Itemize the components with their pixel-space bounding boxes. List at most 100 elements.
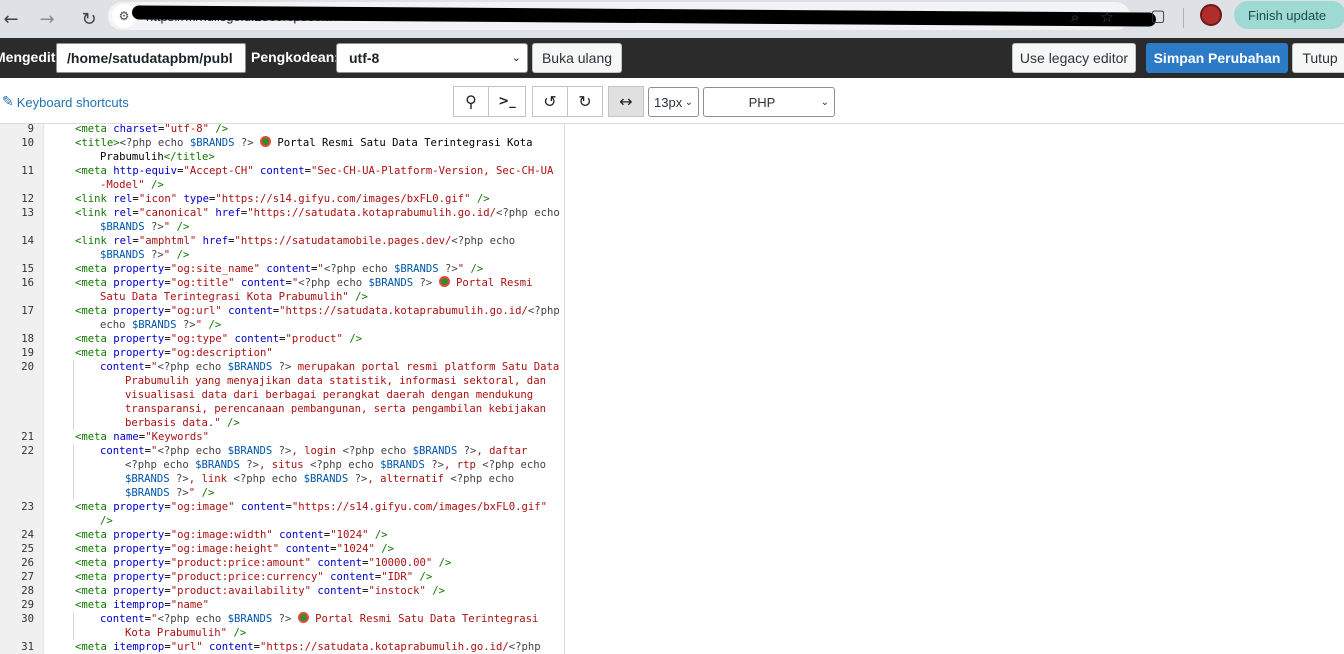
legacy-editor-button[interactable]: Use legacy editor	[1012, 43, 1136, 73]
file-path-input[interactable]: /home/satudatapbm/publ	[56, 43, 246, 73]
code-token: content	[234, 277, 286, 289]
code-token: "Sec-CH-UA-Platform-Version, Sec-CH-UA	[311, 165, 554, 177]
save-button[interactable]: Simpan Perubahan	[1146, 43, 1288, 73]
code-token: />	[432, 557, 452, 569]
keyboard-shortcuts-link[interactable]: ✎ Keyboard shortcuts	[2, 94, 129, 110]
arrow-left-icon[interactable]: ←	[0, 4, 22, 34]
code-text: <meta name="Keywords"	[75, 430, 209, 444]
code-token: Kota Prabumulih"	[125, 627, 228, 639]
code-token: "og:image"	[170, 501, 235, 513]
external-edit-icon: ✎	[2, 94, 14, 110]
code-token: />	[348, 291, 368, 303]
code-token: property	[113, 305, 165, 317]
code-token: rel	[113, 207, 133, 219]
puzzle-icon[interactable]: ▢	[1146, 3, 1170, 27]
zoom-icon[interactable]: ⌕	[1064, 6, 1086, 28]
code-token: />	[220, 417, 240, 429]
avatar[interactable]	[1200, 4, 1222, 26]
code-token: ?>	[272, 445, 292, 457]
code-token: <?php echo	[157, 613, 228, 625]
code-token: <?php echo	[298, 277, 369, 289]
code-token: property	[113, 501, 165, 513]
language-select[interactable]: PHP ⌄	[703, 87, 835, 117]
code-token: content	[221, 305, 273, 317]
code-token: "10000.00"	[368, 557, 433, 569]
reload-file-button[interactable]: Buka ulang	[532, 43, 622, 73]
code-token: />	[413, 571, 433, 583]
finish-update-button[interactable]: Finish update	[1234, 1, 1344, 29]
code-token: , daftar	[476, 445, 528, 457]
code-token: property	[113, 529, 165, 541]
code-token: property	[113, 347, 165, 359]
code-text: content="<?php echo $BRANDS ?> merupakan…	[100, 360, 559, 374]
indent-guide	[73, 402, 74, 416]
code-token: Portal Resmi Satu Data Terintegrasi	[308, 613, 539, 625]
code-text: <meta itemprop="name"	[75, 598, 209, 612]
code-token: <meta	[75, 305, 114, 317]
code-text: visualisasi data dari berbagai perangkat…	[125, 388, 533, 402]
code-text: <meta charset="utf-8" />	[75, 122, 228, 136]
watermelon-icon	[260, 136, 271, 147]
code-token: "https://satudata.kotaprabumulih.go.id/	[279, 305, 528, 317]
language-value: PHP	[748, 94, 776, 110]
line-number: 26	[21, 557, 34, 569]
code-token: content	[100, 613, 145, 625]
code-token: $BRANDS	[227, 361, 273, 373]
terminal-icon[interactable]: >_	[488, 86, 526, 117]
code-token: property	[113, 543, 165, 555]
line-number: 9	[27, 123, 34, 135]
code-token: <?php echo	[450, 473, 515, 485]
code-text: <meta property="product:price:currency" …	[75, 570, 432, 584]
code-text: <link rel="amphtml" href="https://satuda…	[75, 234, 515, 248]
code-token: rel	[113, 193, 133, 205]
code-token: -Model"	[100, 179, 145, 191]
code-token: <meta	[75, 165, 114, 177]
word-wrap-icon[interactable]: ↔	[608, 86, 644, 117]
code-token: <?php	[508, 641, 541, 653]
code-token: ?>	[413, 277, 439, 289]
browser-chrome: ← → ↻ ⚙ https://.../hullsgold.2809/cpse0…	[0, 0, 1344, 38]
code-token: "product:price:amount"	[170, 557, 312, 569]
code-token: Portal Resmi	[449, 277, 533, 289]
code-token: ?>	[169, 487, 189, 499]
indent-guide	[73, 374, 74, 388]
code-token: <meta	[75, 431, 114, 443]
encoding-select[interactable]: utf-8 ⌄	[336, 43, 528, 73]
redo-icon[interactable]: ↻	[567, 86, 603, 117]
code-token: ?>	[169, 473, 189, 485]
code-token: />	[202, 319, 222, 331]
code-text: <meta property="og:image" content="https…	[75, 500, 547, 514]
address-bar[interactable]: ⚙ https://.../hullsgold.2809/cpse0... ⌕ …	[108, 2, 1157, 30]
code-token: "instock"	[368, 585, 426, 597]
code-token: $BRANDS	[227, 445, 273, 457]
code-text: <link rel="canonical" href="https://satu…	[75, 206, 560, 220]
code-token: />	[464, 263, 484, 275]
code-token: <?php echo	[157, 445, 228, 457]
code-token: rel	[113, 235, 133, 247]
arrow-right-icon[interactable]: →	[32, 4, 62, 34]
code-token: />	[342, 333, 363, 345]
code-text: <meta property="og:site_name" content="<…	[75, 262, 483, 276]
code-token: merupakan portal resmi platform Satu Dat…	[291, 361, 560, 373]
code-text: <title><?php echo $BRANDS ?> Portal Resm…	[75, 136, 533, 150]
star-icon[interactable]: ☆	[1096, 6, 1118, 28]
reload-icon[interactable]: ↻	[74, 4, 104, 34]
code-text: <meta property="og:type" content="produc…	[75, 332, 362, 346]
code-token: content	[279, 543, 331, 555]
code-token: http-equiv	[113, 165, 178, 177]
code-token: <?php echo	[157, 361, 228, 373]
code-token: "product:price:currency"	[170, 571, 324, 583]
code-text: $BRANDS ?>, link <?php echo $BRANDS ?>, …	[125, 472, 514, 486]
font-size-select[interactable]: 13px ⌄	[648, 87, 699, 117]
code-token: <?php echo	[125, 459, 196, 471]
code-token: "https://satudata.kotaprabumulih.go.id/	[260, 641, 509, 653]
undo-icon[interactable]: ↺	[532, 86, 568, 117]
code-token: content	[272, 529, 324, 541]
code-token: href	[196, 235, 229, 247]
code-token: />	[470, 193, 490, 205]
close-button[interactable]: Tutup	[1292, 43, 1344, 73]
code-token: transparansi, perencanaan pembangunan, s…	[125, 403, 546, 415]
code-token: property	[113, 585, 165, 597]
search-icon[interactable]: ⚲	[453, 86, 489, 117]
code-token: <?php echo	[482, 459, 547, 471]
